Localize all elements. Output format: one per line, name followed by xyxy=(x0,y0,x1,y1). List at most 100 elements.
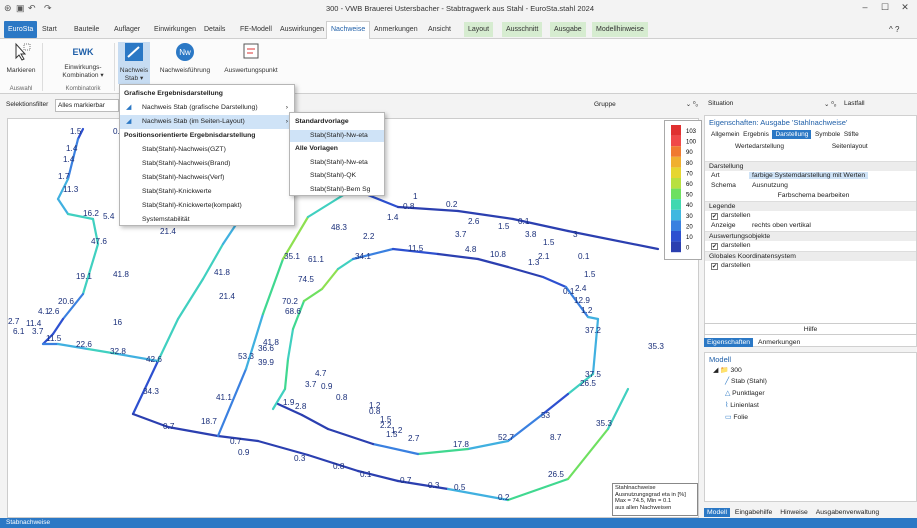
menu-item[interactable]: Stab(Stahl)-Knickwerte xyxy=(120,185,294,199)
member-line[interactable] xyxy=(320,267,340,291)
markieren-button[interactable]: Markieren xyxy=(4,42,38,75)
member-line[interactable] xyxy=(336,257,355,271)
tree-root[interactable]: ◢ 📁 300 xyxy=(705,366,916,376)
tab-ansicht[interactable]: Ansicht xyxy=(424,22,455,37)
tab-ausgabenverwaltung[interactable]: Ausgabenverwaltung xyxy=(813,508,882,517)
member-line[interactable] xyxy=(371,442,420,456)
tab-darstellung[interactable]: Darstellung xyxy=(772,130,812,139)
tree-item[interactable]: ╱ Stab (Stahl) xyxy=(705,376,916,388)
tab-stifte[interactable]: Stifte xyxy=(844,131,859,138)
minimize-button[interactable]: – xyxy=(855,2,875,16)
member-line[interactable] xyxy=(506,477,570,502)
tab-nachweise[interactable]: Nachweise xyxy=(326,21,371,39)
member-line[interactable] xyxy=(506,265,545,279)
menu-item[interactable]: Stab(Stahl)-Nachweis(Verf) xyxy=(120,171,294,185)
tab-ausgabe[interactable]: Ausgabe xyxy=(550,22,586,37)
close-button[interactable]: ✕ xyxy=(895,2,915,16)
submenu-item[interactable]: Stab(Stahl)-QK xyxy=(290,170,384,182)
tab-anmerkungen[interactable]: Anmerkungen xyxy=(370,22,422,37)
member-line[interactable] xyxy=(566,427,610,481)
hilfe-button[interactable]: Hilfe xyxy=(704,323,917,335)
tab-modellhinweise[interactable]: Modellhinweise xyxy=(592,22,648,37)
nachweis-stab-button[interactable]: Nachweis Stab ▾ xyxy=(118,42,150,84)
tab-ergebnis[interactable]: Ergebnis xyxy=(743,131,769,138)
submenu-item[interactable]: Stab(Stahl)-Nw-eta xyxy=(290,157,384,169)
member-line[interactable] xyxy=(81,242,100,296)
property-value-select[interactable]: Ausnutzung xyxy=(749,182,791,189)
menu-item[interactable]: ◢ Nachweis Stab (im Seiten-Layout) › xyxy=(120,115,294,129)
selektionsfilter-select[interactable]: Alles markierbar xyxy=(55,99,119,112)
property-section-header[interactable]: Globales Koordinatensystem xyxy=(705,251,916,261)
tab-anmerkungen-panel[interactable]: Anmerkungen xyxy=(755,338,803,347)
redo-icon[interactable]: ↷ xyxy=(44,3,52,14)
property-checkbox[interactable]: ✔ darstellen xyxy=(705,241,916,251)
property-checkbox[interactable]: ✔ darstellen xyxy=(705,261,916,271)
submenu-item[interactable]: Stab(Stahl)-Nw-eta xyxy=(290,129,384,142)
tab-symbole[interactable]: Symbole xyxy=(815,131,840,138)
save-icon[interactable]: ▣ xyxy=(16,3,25,14)
ribbon-help[interactable]: ^ ? xyxy=(885,22,903,37)
member-line[interactable] xyxy=(51,317,65,336)
tab-hinweise[interactable]: Hinweise xyxy=(777,508,811,517)
tab-wertedarstellung[interactable]: Wertedarstellung xyxy=(735,143,784,150)
tab-auswirkungen[interactable]: Auswirkungen xyxy=(276,22,328,37)
menu-item[interactable]: Stab(Stahl)-Nachweis(GZT) xyxy=(120,143,294,157)
tab-allgemein[interactable]: Allgemein xyxy=(711,131,740,138)
farbschema-button[interactable]: Farbschema bearbeiten xyxy=(705,191,916,201)
tab-start[interactable]: Start xyxy=(38,22,61,37)
member-line[interactable] xyxy=(436,252,480,261)
tab-eigenschaften[interactable]: Eigenschaften xyxy=(704,338,754,347)
member-line[interactable] xyxy=(283,357,290,391)
gruppe-select[interactable]: ⌄ ⁰ₒ xyxy=(618,99,698,112)
tab-auflager[interactable]: Auflager xyxy=(110,22,144,37)
tab-modell[interactable]: Modell xyxy=(704,508,731,517)
nachweisfuehrung-button[interactable]: Nw Nachweisführung xyxy=(154,42,216,75)
tab-eurosta[interactable]: EuroSta xyxy=(4,21,38,38)
tab-einwirkungen[interactable]: Einwirkungen xyxy=(150,22,200,37)
property-section-header[interactable]: Auswertungsobjekte xyxy=(705,231,916,241)
member-line[interactable] xyxy=(541,275,568,289)
menu-item[interactable]: Systemstabilität xyxy=(120,213,294,227)
member-line[interactable] xyxy=(286,327,295,361)
member-line[interactable] xyxy=(586,315,600,321)
member-line[interactable] xyxy=(566,229,660,251)
property-value-select[interactable]: farbige Systemdarstellung mit Werten xyxy=(749,172,869,179)
ewk-button[interactable]: EWK Einwirkungs-Kombination ▾ xyxy=(58,42,108,80)
tab-layout[interactable]: Layout xyxy=(464,22,494,37)
situation-select[interactable]: ⌄ ⁰ₒ xyxy=(824,100,836,108)
menu-item[interactable]: ◢ Nachweis Stab (grafische Darstellung) › xyxy=(120,101,294,115)
member-line[interactable] xyxy=(216,367,248,438)
member-line[interactable] xyxy=(300,413,330,431)
maximize-button[interactable]: ☐ xyxy=(875,2,895,16)
member-line[interactable] xyxy=(256,439,310,457)
undo-icon[interactable]: ↶ xyxy=(28,3,36,14)
tab-fe-modell[interactable]: FE-Modell xyxy=(236,22,276,37)
member-line[interactable] xyxy=(456,209,515,221)
tab-details[interactable]: Details xyxy=(200,22,229,37)
tab-eingabehilfe[interactable]: Eingabehilfe xyxy=(732,508,775,517)
member-line[interactable] xyxy=(56,197,70,216)
tab-bauteile[interactable]: Bauteile xyxy=(70,22,103,37)
member-line[interactable] xyxy=(476,257,510,269)
property-checkbox[interactable]: ✔ darstellen xyxy=(705,211,916,221)
tab-seitenlayout[interactable]: Seitenlayout xyxy=(832,143,868,150)
property-section-header[interactable]: Darstellung xyxy=(705,161,916,171)
member-line[interactable] xyxy=(416,447,470,456)
property-value-select[interactable]: rechts oben vertikal xyxy=(749,222,814,229)
tab-ausschnitt[interactable]: Ausschnitt xyxy=(502,22,543,37)
member-line[interactable] xyxy=(302,287,324,303)
menu-item[interactable]: Stab(Stahl)-Knickwerte(kompakt) xyxy=(120,199,294,213)
member-line[interactable] xyxy=(326,427,375,446)
member-line[interactable] xyxy=(261,257,285,316)
tree-item[interactable]: ▭ Folie xyxy=(705,412,916,424)
status-bar: Stabnachweise xyxy=(0,518,917,528)
property-section-header[interactable]: Legende xyxy=(705,201,916,211)
menu-item[interactable]: Stab(Stahl)-Nachweis(Brand) xyxy=(120,157,294,171)
member-line[interactable] xyxy=(176,277,205,321)
member-line[interactable] xyxy=(466,439,510,451)
auswertungspunkt-button[interactable]: Auswertungspunkt xyxy=(220,42,282,75)
tree-item[interactable]: ⌇ Linienlast xyxy=(705,400,916,412)
member-line[interactable] xyxy=(166,425,220,438)
submenu-item[interactable]: Stab(Stahl)-Bem Sg xyxy=(290,184,384,196)
tree-item[interactable]: △ Punktlager xyxy=(705,388,916,400)
